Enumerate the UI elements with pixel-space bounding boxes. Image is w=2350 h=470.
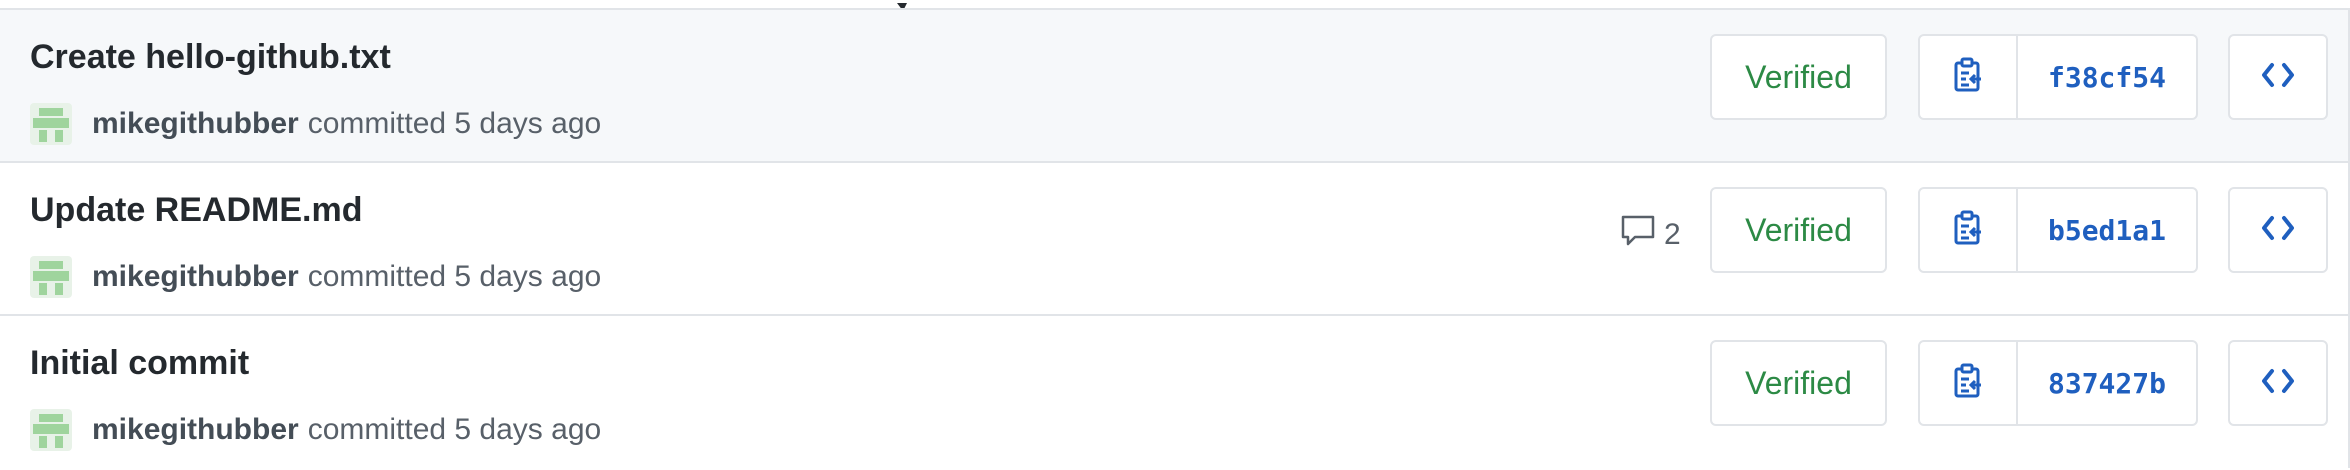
sha-button-group: f38cf54	[1918, 34, 2198, 120]
commit-row: Create hello-github.txt mikegithubber co…	[0, 10, 2348, 163]
author-link[interactable]: mikegithubber	[92, 413, 299, 447]
commit-time-text: committed 5 days ago	[307, 413, 602, 446]
code-icon	[2261, 215, 2295, 246]
code-icon	[2261, 62, 2295, 93]
avatar[interactable]	[30, 256, 72, 298]
commit-meta: mikegithubber committed 5 days ago	[30, 103, 601, 145]
sha-button-group: 837427b	[1918, 340, 2198, 426]
verified-badge[interactable]: Verified	[1710, 340, 1887, 426]
commit-sha-link[interactable]: b5ed1a1	[2018, 189, 2196, 271]
commit-title-link[interactable]: Initial commit	[30, 344, 249, 383]
clippy-icon	[1953, 210, 1983, 251]
commit-meta: mikegithubber committed 5 days ago	[30, 256, 601, 298]
avatar[interactable]	[30, 103, 72, 145]
browse-repo-button[interactable]	[2228, 187, 2328, 273]
copy-sha-button[interactable]	[1920, 342, 2018, 424]
comments-link[interactable]: 2	[1620, 215, 1681, 255]
comment-count: 2	[1664, 218, 1681, 251]
commit-list: Create hello-github.txt mikegithubber co…	[0, 8, 2350, 469]
code-icon	[2261, 368, 2295, 399]
sha-button-group: b5ed1a1	[1918, 187, 2198, 273]
commit-title-link[interactable]: Update README.md	[30, 191, 362, 230]
commit-time-text: committed 5 days ago	[307, 260, 602, 293]
verified-badge[interactable]: Verified	[1710, 187, 1887, 273]
copy-sha-button[interactable]	[1920, 189, 2018, 271]
commit-time-text: committed 5 days ago	[307, 107, 602, 140]
verified-badge[interactable]: Verified	[1710, 34, 1887, 120]
browse-repo-button[interactable]	[2228, 34, 2328, 120]
clippy-icon	[1953, 57, 1983, 98]
commit-row: Initial commit mikegithubber committed 5…	[0, 316, 2348, 469]
commit-sha-link[interactable]: f38cf54	[2018, 36, 2196, 118]
author-link[interactable]: mikegithubber	[92, 260, 299, 294]
comment-icon	[1620, 214, 1664, 256]
clippy-icon	[1953, 363, 1983, 404]
commit-title-link[interactable]: Create hello-github.txt	[30, 38, 391, 77]
browse-repo-button[interactable]	[2228, 340, 2328, 426]
avatar[interactable]	[30, 409, 72, 451]
commit-row: Update README.md mikegithubber committed…	[0, 163, 2348, 316]
commit-sha-link[interactable]: 837427b	[2018, 342, 2196, 424]
commit-meta: mikegithubber committed 5 days ago	[30, 409, 601, 451]
author-link[interactable]: mikegithubber	[92, 107, 299, 141]
copy-sha-button[interactable]	[1920, 36, 2018, 118]
